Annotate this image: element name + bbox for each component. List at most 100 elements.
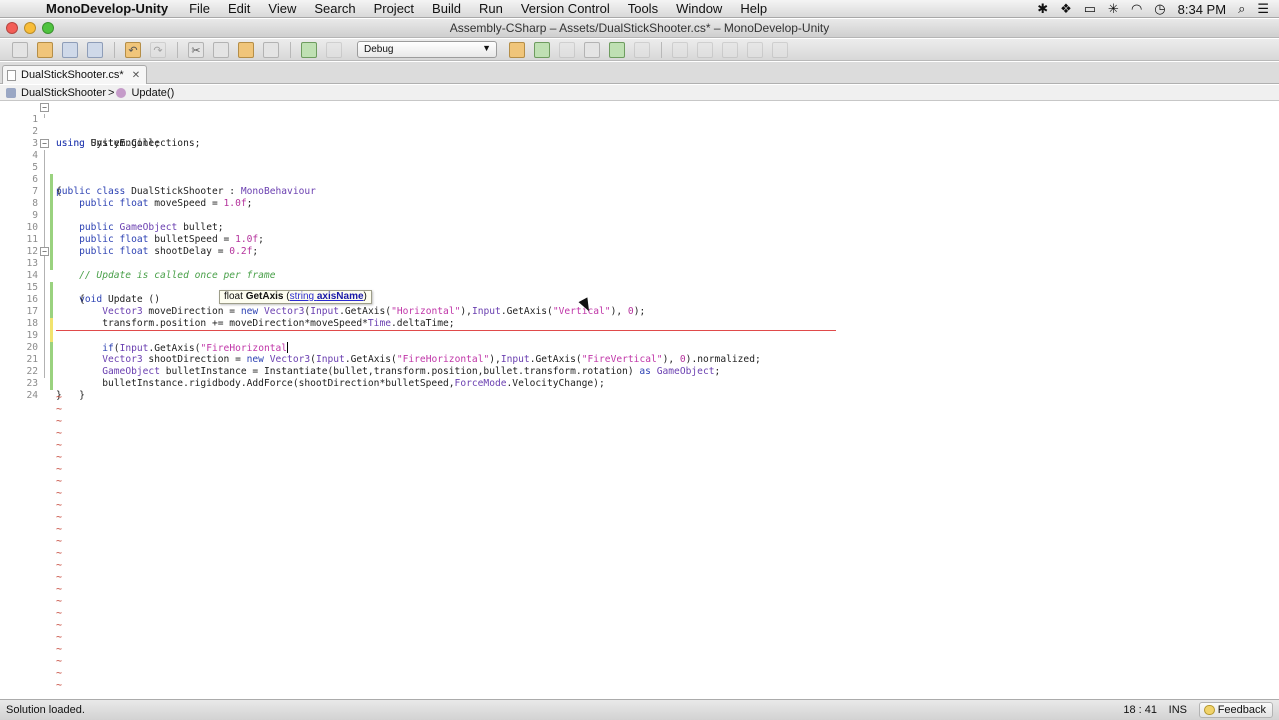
fold-toggle-icon[interactable]: − xyxy=(40,247,49,256)
step-out-icon[interactable] xyxy=(634,41,650,58)
dropbox-icon[interactable]: ❖ xyxy=(1060,0,1072,18)
code-line[interactable]: 24 xyxy=(0,378,1279,401)
tooltip-param-name: axisName xyxy=(316,291,364,302)
menu-status-area: ✱ ❖ ▭ ✳ ◠ ◷ 8:34 PM ⌕ ☰ xyxy=(1037,0,1279,18)
menu-view[interactable]: View xyxy=(268,1,296,16)
menu-version-control[interactable]: Version Control xyxy=(521,1,610,16)
open-folder-icon[interactable] xyxy=(37,41,53,58)
menu-edit[interactable]: Edit xyxy=(228,1,250,16)
uncomment-icon[interactable] xyxy=(747,41,763,58)
code-line[interactable]: 2 using System.Collections; xyxy=(0,114,1279,149)
toolbar-separator xyxy=(177,41,178,58)
code-line[interactable]: 9 public float bulletSpeed = 1.0f; xyxy=(0,198,1279,245)
new-file-icon[interactable] xyxy=(12,41,28,58)
eof-tilde: ~ xyxy=(56,668,63,679)
menu-tools[interactable]: Tools xyxy=(628,1,658,16)
copy-icon[interactable] xyxy=(213,41,229,58)
code-line[interactable]: 19 Vector3 shootDirection = new Vector3(… xyxy=(0,318,1279,365)
code-line[interactable]: 4 − public class DualStickShooter : Mono… xyxy=(0,138,1279,197)
redo-icon[interactable]: ↷ xyxy=(150,41,166,58)
eof-tilde: ~ xyxy=(56,596,63,607)
menu-search[interactable]: Search xyxy=(314,1,355,16)
feedback-button[interactable]: Feedback xyxy=(1198,702,1273,718)
bluetooth-icon[interactable]: ✳ xyxy=(1108,0,1119,18)
code-line[interactable]: 17 xyxy=(0,294,1279,330)
eof-tilde: ~ xyxy=(56,428,63,439)
tab-dualstickshooter[interactable]: DualStickShooter.cs* ✕ xyxy=(2,65,148,84)
menu-app-name[interactable]: MonoDevelop-Unity xyxy=(46,1,168,16)
breadcrumb-method[interactable]: Update() xyxy=(131,87,174,99)
gear-icon[interactable]: ✱ xyxy=(1037,0,1048,18)
tooltip-return-type: float xyxy=(224,291,243,302)
code-line[interactable]: 7 xyxy=(0,174,1279,210)
code-line[interactable]: 14 { xyxy=(0,258,1279,305)
eof-tilde: ~ xyxy=(56,680,63,691)
eof-tilde: ~ xyxy=(56,608,63,619)
menu-build[interactable]: Build xyxy=(432,1,461,16)
code-editor[interactable]: 1 − using UnityEngine; 2 using System.Co… xyxy=(0,102,1279,699)
notification-list-icon[interactable]: ☰ xyxy=(1257,0,1269,18)
menu-help[interactable]: Help xyxy=(740,1,767,16)
step-over-icon[interactable] xyxy=(584,41,600,58)
attach-debugger-icon[interactable] xyxy=(534,41,550,58)
code-line-current[interactable]: 18 if(Input.GetAxis("FireHorizontal xyxy=(0,306,1279,354)
menu-project[interactable]: Project xyxy=(374,1,414,16)
save-icon[interactable] xyxy=(62,41,78,58)
feedback-icon xyxy=(1203,705,1215,715)
save-all-icon[interactable] xyxy=(87,41,103,58)
time-machine-icon[interactable]: ◷ xyxy=(1154,0,1165,18)
eof-tilde: ~ xyxy=(56,644,63,655)
battery-icon[interactable]: ▭ xyxy=(1084,0,1096,18)
stop-icon[interactable] xyxy=(559,41,575,58)
menu-file[interactable]: File xyxy=(189,1,210,16)
code-line[interactable]: 21 bulletInstance.rigidbody.AddForce(sho… xyxy=(0,342,1279,389)
code-line[interactable]: 22 } xyxy=(0,354,1279,401)
step-into-icon[interactable] xyxy=(609,41,625,58)
menu-clock[interactable]: 8:34 PM xyxy=(1178,2,1226,17)
toolbar-separator xyxy=(114,41,115,58)
code-line[interactable]: 10 public float shootDelay = 0.2f; xyxy=(0,210,1279,257)
build-icon[interactable] xyxy=(301,41,317,58)
indent-icon[interactable] xyxy=(672,41,688,58)
paste-icon[interactable] xyxy=(238,41,254,58)
spotlight-search-icon[interactable]: ⌕ xyxy=(1238,0,1245,18)
window-title-bar: Assembly-CSharp – Assets/DualStickShoote… xyxy=(0,19,1279,38)
code-line[interactable]: 23 } xyxy=(0,366,1279,401)
comment-icon[interactable] xyxy=(722,41,738,58)
fold-toggle-icon[interactable]: − xyxy=(40,103,49,112)
fold-toggle-icon[interactable]: − xyxy=(40,139,49,148)
code-line[interactable]: 13 − void Update () xyxy=(0,246,1279,305)
tooltip-parameter: string axisName xyxy=(290,291,364,302)
code-line[interactable]: 3 xyxy=(0,126,1279,149)
wifi-icon[interactable]: ◠ xyxy=(1131,0,1142,18)
cut-icon[interactable]: ✂ xyxy=(188,41,204,58)
code-line[interactable]: 11 xyxy=(0,222,1279,258)
code-line[interactable]: 15 Vector3 moveDirection = new Vector3(I… xyxy=(0,270,1279,317)
toolbar-separator xyxy=(661,41,662,58)
code-line[interactable]: 8 public GameObject bullet; xyxy=(0,186,1279,233)
eof-tilde: ~ xyxy=(56,512,63,523)
run-icon[interactable] xyxy=(326,41,342,58)
main-toolbar: ↶ ↷ ✂ Debug ▼ xyxy=(0,39,1279,61)
breadcrumb-class[interactable]: DualStickShooter xyxy=(21,87,106,99)
delete-icon[interactable] xyxy=(263,41,279,58)
eof-tilde: ~ xyxy=(56,620,63,631)
close-icon[interactable]: ✕ xyxy=(132,70,140,81)
code-line[interactable]: 5 { xyxy=(0,150,1279,197)
code-line[interactable]: 20 GameObject bulletInstance = Instantia… xyxy=(0,330,1279,377)
code-line[interactable]: 16 transform.position += moveDirection*m… xyxy=(0,282,1279,329)
build-solution-icon[interactable] xyxy=(509,41,525,58)
unindent-icon[interactable] xyxy=(697,41,713,58)
menu-run[interactable]: Run xyxy=(479,1,503,16)
eof-tilde: ~ xyxy=(56,500,63,511)
bookmark-icon[interactable] xyxy=(772,41,788,58)
configuration-select[interactable]: Debug ▼ xyxy=(357,41,497,58)
eof-tilde: ~ xyxy=(56,656,63,667)
menu-window[interactable]: Window xyxy=(676,1,722,16)
eof-tilde: ~ xyxy=(56,584,63,595)
code-line[interactable]: 12 // Update is called once per frame xyxy=(0,234,1279,281)
eof-tilde: ~ xyxy=(56,392,63,403)
code-line[interactable]: 6 public float moveSpeed = 1.0f; xyxy=(0,162,1279,209)
undo-icon[interactable]: ↶ xyxy=(125,41,141,58)
code-line[interactable]: 1 − using UnityEngine; xyxy=(0,102,1279,149)
